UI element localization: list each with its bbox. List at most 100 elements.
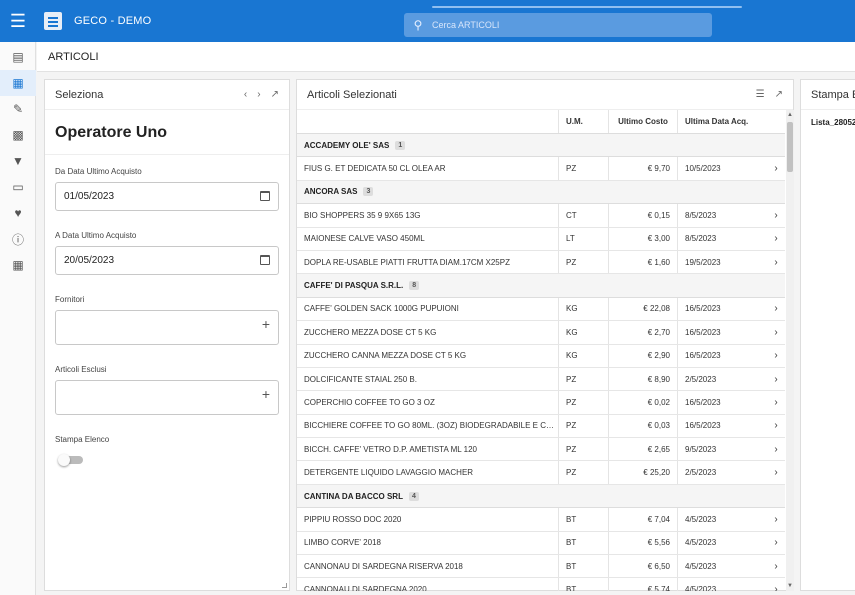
nav-cabinet-icon[interactable]: ▤ [0,44,36,70]
hamburger-menu-icon[interactable]: ☰ [0,0,36,42]
last-purchase-date: 16/5/2023 [677,321,767,344]
excluded-field[interactable]: + [55,380,279,415]
nav-grid-icon[interactable]: ▦ [0,252,36,278]
table-row[interactable]: DOPLA RE-USABLE PIATTI FRUTTA DIAM.17CM … [297,250,785,275]
table-row[interactable]: LIMBO CORVE' 2018 BT € 5,56 4/5/2023 › [297,531,785,556]
group-count-badge: 1 [395,140,406,150]
chevron-right-icon[interactable]: › [767,251,785,273]
table-row[interactable]: DOLCIFICANTE STAIAL 250 B. PZ € 8,90 2/5/20… [297,367,785,392]
last-purchase-date: 16/5/2023 [677,414,767,438]
table-row[interactable]: CANNONAU DI SARDEGNA 2020 BT € 5,74 4/5/202… [297,578,785,591]
expand-icon[interactable]: ↗ [775,89,783,100]
filter-icon[interactable]: ☰ [756,89,765,100]
scroll-down-icon[interactable]: ▼ [787,583,793,589]
print-list-label: Stampa Elenco [55,435,110,444]
add-excluded-icon[interactable]: + [262,386,270,402]
table-row[interactable]: CAFFE' GOLDEN SACK 1000G PUPUIONI KG € 22,… [297,297,785,322]
chevron-right-icon[interactable]: › [767,391,785,413]
nav-register-icon[interactable]: ▩ [0,122,36,148]
table-row[interactable]: COPERCHIO COFFEE TO GO 3 OZ PZ € 0,02 16/5/… [297,391,785,415]
scroll-thumb[interactable] [787,122,793,172]
last-purchase-date: 19/5/2023 [677,250,767,274]
selection-panel-title: Seleziona [55,88,104,101]
to-date-field[interactable]: 20/05/2023 [55,246,279,275]
group-row[interactable]: CAFFE' DI PASQUA S.R.L. 8 [297,274,785,298]
table-row[interactable]: BIO SHOPPERS 35 9 9X65 13G CT € 0,15 8/5/20… [297,204,785,228]
nav-info-icon[interactable]: ⓘ [0,226,36,252]
print-list-item[interactable]: Lista_28052 [801,110,855,135]
group-count-badge: 3 [363,187,374,197]
table-row[interactable]: BICCH. CAFFE' VETRO D.P. AMETISTA ML 120… [297,438,785,462]
from-date-field[interactable]: 01/05/2023 [55,182,279,211]
resize-handle[interactable] [282,583,287,588]
chevron-right-icon[interactable]: › [767,508,785,530]
table-row[interactable]: FIUS G. ET DEDICATA 50 CL OLEA AR PZ € 9,7… [297,157,785,181]
search-input[interactable] [432,20,702,30]
table-row[interactable]: BICCHIERE COFFEE TO GO 80ML. (3OZ) BIODE… [297,414,785,439]
prev-icon[interactable]: ‹ [244,89,247,100]
nav-hand-icon[interactable]: ♥ [0,200,36,226]
unit-measure: BT [558,508,608,531]
print-panel-title: Stampa E [811,88,855,101]
last-purchase-date: 4/5/2023 [677,555,767,578]
table-row[interactable]: PIPPIU ROSSO DOC 2020 BT € 7,04 4/5/2023 › [297,508,785,532]
group-row[interactable]: CANTINA DA BACCO SRL 4 [297,484,785,509]
chevron-right-icon[interactable]: › [767,368,785,390]
last-cost: € 5,56 [608,531,677,555]
last-purchase-date: 4/5/2023 [677,578,767,591]
articles-panel: Articoli Selezionati ☰ ↗ U.M. Ultimo Cos… [296,79,794,591]
table-row[interactable]: ZUCCHERO CANNA MEZZA DOSE CT 5 KG KG € 2,9… [297,344,785,368]
chevron-right-icon[interactable]: › [767,345,785,367]
chevron-right-icon[interactable]: › [767,578,785,591]
nav-inbox-icon[interactable]: ▭ [0,174,36,200]
table-scrollbar[interactable]: ▲ ▼ [786,110,794,591]
last-purchase-date: 16/5/2023 [677,391,767,414]
article-name: COPERCHIO COFFEE TO GO 3 OZ [304,397,435,407]
nav-cart-plus-icon[interactable]: ▦ [0,70,36,96]
from-date-value: 01/05/2023 [64,191,115,202]
next-icon[interactable]: › [257,89,260,100]
last-cost: € 0,15 [608,204,677,227]
chevron-right-icon[interactable]: › [767,298,785,320]
scroll-up-icon[interactable]: ▲ [787,112,793,118]
print-list-toggle[interactable] [58,454,83,466]
left-nav: ▤ ▦ ✎ ▩ ▼ ▭ ♥ ⓘ ▦ [0,42,36,595]
chevron-right-icon[interactable]: › [767,461,785,483]
chevron-right-icon[interactable]: › [767,228,785,250]
chevron-right-icon[interactable]: › [767,532,785,554]
nav-cart-icon[interactable]: ▼ [0,148,36,174]
chevron-right-icon[interactable]: › [767,321,785,343]
last-cost: € 3,00 [608,227,677,250]
last-cost: € 8,90 [608,367,677,391]
table-row[interactable]: MAIONESE CALVE VASO 450ML LT € 3,00 8/5/202… [297,227,785,251]
col-header-date: Ultima Data Acq. [677,110,767,133]
nav-edit-doc-icon[interactable]: ✎ [0,96,36,122]
article-name: BICCHIERE COFFEE TO GO 80ML. (3OZ) BIODE… [304,421,558,431]
articles-panel-header: Articoli Selezionati ☰ ↗ [297,80,793,110]
calendar-icon[interactable] [260,255,270,265]
search-box[interactable]: ⚲ [404,13,712,37]
articles-table: U.M. Ultimo Costo Ultima Data Acq. ACCAD… [297,110,785,591]
add-supplier-icon[interactable]: + [262,316,270,332]
table-row[interactable]: DETERGENTE LIQUIDO LAVAGGIO MACHER PZ € 25… [297,461,785,485]
last-cost: € 2,65 [608,438,677,461]
chevron-right-icon[interactable]: › [767,555,785,577]
article-name: DOLCIFICANTE STAIAL 250 B. [304,374,417,384]
group-row[interactable]: ANCORA SAS 3 [297,180,785,205]
expand-icon[interactable]: ↗ [271,89,279,100]
chevron-right-icon[interactable]: › [767,415,785,437]
last-purchase-date: 9/5/2023 [677,438,767,461]
calendar-icon[interactable] [260,191,270,201]
last-cost: € 25,20 [608,461,677,484]
last-purchase-date: 4/5/2023 [677,508,767,531]
last-cost: € 6,50 [608,555,677,578]
chevron-right-icon[interactable]: › [767,157,785,179]
suppliers-field[interactable]: + [55,310,279,345]
chevron-right-icon[interactable]: › [767,204,785,226]
table-row[interactable]: CANNONAU DI SARDEGNA RISERVA 2018 BT € 6,5… [297,555,785,579]
table-row[interactable]: ZUCCHERO MEZZA DOSE CT 5 KG KG € 2,70 16/5/… [297,321,785,345]
group-row[interactable]: ACCADEMY OLE' SAS 1 [297,134,785,158]
last-purchase-date: 16/5/2023 [677,297,767,321]
article-name: BIO SHOPPERS 35 9 9X65 13G [304,210,421,220]
chevron-right-icon[interactable]: › [767,438,785,460]
